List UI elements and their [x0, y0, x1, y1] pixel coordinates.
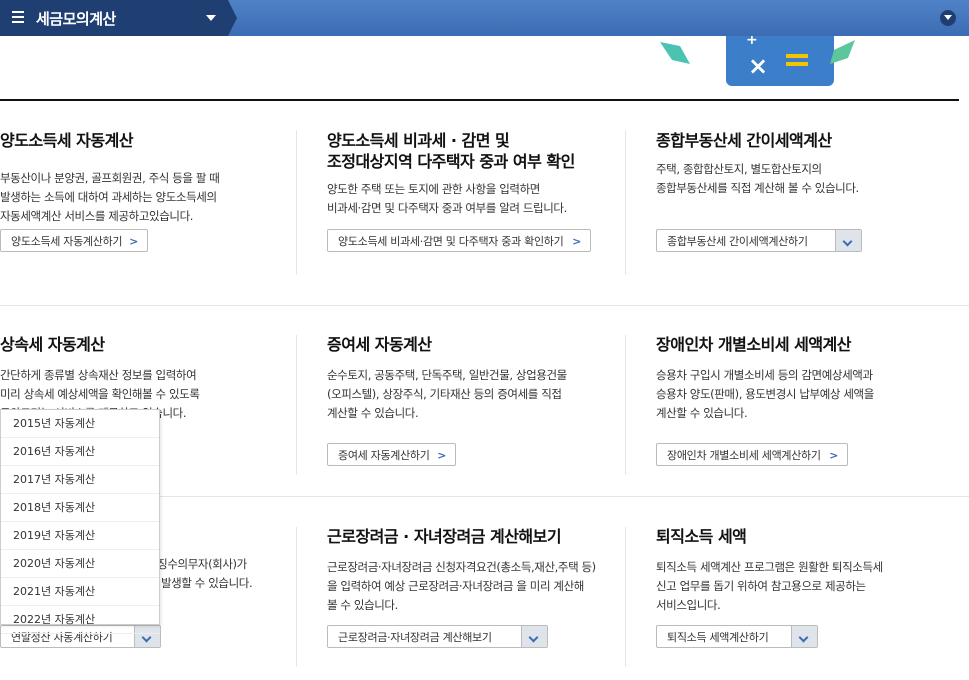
card-desc: 승용차 양도(판매), 용도변경시 납부예상 세액을: [656, 387, 874, 401]
comprehensive-tax-select[interactable]: 종합부동산세 간이세액계산하기: [656, 229, 862, 252]
card-work-incentive: 근로장려금 · 자녀장려금 계산해보기 근로장려금·자녀장려금 신청자격요건(총…: [327, 526, 622, 615]
exemption-check-button[interactable]: 양도소득세 비과세·감면 및 다주택자 중과 확인하기 >: [327, 229, 591, 252]
dropdown-item[interactable]: 2017년 자동계산: [1, 466, 159, 494]
year-dropdown-menu: 2015년 자동계산 2016년 자동계산 2017년 자동계산 2018년 자…: [0, 409, 160, 634]
card-desc: 계산할 수 있습니다.: [327, 406, 419, 420]
card-desc: 승용차 구입시 개별소비세 등의 감면예상세액과: [656, 368, 873, 382]
svg-text:+: +: [746, 36, 758, 48]
chevron-down-icon[interactable]: [791, 626, 817, 647]
card-title: 장애인차 개별소비세 세액계산: [656, 335, 852, 354]
calculator-illustration: + ×: [660, 36, 855, 86]
card-desc: 자동세액계산 서비스를 제공하고있습니다.: [0, 209, 194, 223]
dropdown-item[interactable]: 2018년 자동계산: [1, 494, 159, 522]
card-desc: 서비스입니다.: [656, 598, 721, 612]
card-desc: 을 입력하여 예상 근로장려금·자녀장려금 을 미리 계산해: [327, 579, 584, 593]
chevron-right-icon: >: [572, 235, 581, 248]
card-gift-tax: 증여세 자동계산 순수토지, 공동주택, 단독주택, 일반건물, 상업용건물 (…: [327, 334, 617, 423]
col-divider: [296, 527, 297, 667]
card-desc: 계산할 수 있습니다.: [656, 406, 748, 420]
card-disabled-car-tax: 장애인차 개별소비세 세액계산 승용차 구입시 개별소비세 등의 감면예상세액과…: [656, 334, 956, 423]
dropdown-item[interactable]: 2015년 자동계산: [1, 410, 159, 438]
card-desc: 부동산이나 분양권, 골프회원권, 주식 등을 팔 때: [0, 171, 220, 185]
gift-tax-calc-button[interactable]: 증여세 자동계산하기 >: [327, 443, 456, 466]
top-nav-bar: 세금모의계산: [0, 0, 969, 36]
svg-text:×: ×: [748, 52, 768, 80]
button-label: 퇴직소득 세액계산하기: [667, 631, 769, 644]
dropdown-item[interactable]: 2016년 자동계산: [1, 438, 159, 466]
col-divider: [625, 130, 626, 275]
button-label: 근로장려금·자녀장려금 계산해보기: [338, 631, 492, 644]
card-desc: 발생하는 소득에 대하여 과세하는 양도소득세의: [0, 190, 217, 204]
button-label: 증여세 자동계산하기: [338, 449, 430, 462]
card-title: 퇴직소득 세액: [656, 527, 747, 546]
card-title: 종합부동산세 간이세액계산: [656, 131, 832, 150]
card-comprehensive-tax: 종합부동산세 간이세액계산 주택, 종합합산토지, 별도합산토지의 종합부동산세…: [656, 130, 956, 198]
card-desc: 신고 업무를 돕기 위하여 참고용으로 제공하는: [656, 579, 866, 593]
card-title: 상속세 자동계산: [0, 335, 105, 354]
row-divider: [0, 305, 969, 306]
disabled-car-tax-button[interactable]: 장애인차 개별소비세 세액계산하기 >: [656, 443, 848, 466]
card-desc: 근로장려금·자녀장려금 신청자격요건(총소득,재산,주택 등): [327, 560, 596, 574]
card-transfer-tax: 양도소득세 자동계산 부동산이나 분양권, 골프회원권, 주식 등을 팔 때 발…: [0, 130, 280, 226]
chevron-right-icon: >: [129, 235, 138, 248]
card-title: 양도소득세 자동계산: [0, 131, 134, 150]
col-divider: [625, 335, 626, 475]
col-divider: [625, 527, 626, 667]
col-divider: [296, 130, 297, 275]
card-desc: 비과세·감면 및 다주택자 중과 여부를 알려 드립니다.: [327, 201, 567, 215]
collapse-icon[interactable]: [940, 10, 956, 26]
transfer-tax-calc-button[interactable]: 양도소득세 자동계산하기 >: [0, 229, 148, 252]
button-label: 양도소득세 자동계산하기: [11, 235, 123, 248]
card-desc: 순수토지, 공동주택, 단독주택, 일반건물, 상업용건물: [327, 368, 567, 382]
section-rule: [0, 99, 959, 101]
button-label: 장애인차 개별소비세 세액계산하기: [667, 449, 821, 462]
card-desc: 퇴직소득 세액계산 프로그램은 원활한 퇴직소득세: [656, 560, 883, 574]
work-incentive-select[interactable]: 근로장려금·자녀장려금 계산해보기: [327, 625, 548, 648]
card-title: 증여세 자동계산: [327, 335, 432, 354]
button-label: 양도소득세 비과세·감면 및 다주택자 중과 확인하기: [338, 235, 564, 248]
chevron-down-icon[interactable]: [835, 230, 861, 251]
card-retirement-income: 퇴직소득 세액 퇴직소득 세액계산 프로그램은 원활한 퇴직소득세 신고 업무를…: [656, 526, 956, 615]
card-desc: 간단하게 종류별 상속재산 정보를 입력하여: [0, 368, 197, 382]
app-title[interactable]: 세금모의계산: [36, 8, 116, 29]
tab-arrow: [228, 0, 237, 36]
card-title: 양도소득세 비과세 · 감면 및: [327, 131, 510, 150]
card-title: 근로장려금 · 자녀장려금 계산해보기: [327, 527, 562, 546]
dropdown-item[interactable]: 2021년 자동계산: [1, 578, 159, 606]
chevron-down-icon[interactable]: [521, 626, 547, 647]
dropdown-item[interactable]: 2019년 자동계산: [1, 522, 159, 550]
card-title: 조정대상지역 다주택자 중과 여부 확인: [327, 152, 575, 171]
button-label: 종합부동산세 간이세액계산하기: [667, 235, 808, 248]
card-desc: 양도한 주택 또는 토지에 관한 사항을 입력하면: [327, 182, 540, 196]
card-desc: 미리 상속세 예상세액을 확인해볼 수 있도록: [0, 387, 200, 401]
dropdown-item[interactable]: 2022년 자동계산: [1, 606, 159, 634]
card-transfer-exemption: 양도소득세 비과세 · 감면 및 조정대상지역 다주택자 중과 여부 확인 양도…: [327, 130, 617, 218]
menu-icon[interactable]: [12, 11, 24, 25]
chevron-right-icon: >: [829, 449, 838, 462]
card-desc: 종합부동산세를 직접 계산해 볼 수 있습니다.: [656, 181, 859, 195]
retirement-income-select[interactable]: 퇴직소득 세액계산하기: [656, 625, 818, 648]
card-desc: 주택, 종합합산토지, 별도합산토지의: [656, 162, 822, 176]
dropdown-item[interactable]: 2020년 자동계산: [1, 550, 159, 578]
card-desc: 볼 수 있습니다.: [327, 598, 398, 612]
chevron-right-icon: >: [437, 449, 446, 462]
caret-down-icon[interactable]: [206, 15, 216, 21]
col-divider: [296, 335, 297, 475]
card-desc: (오피스텔), 상장주식, 기타재산 등의 증여세를 직접: [327, 387, 562, 401]
